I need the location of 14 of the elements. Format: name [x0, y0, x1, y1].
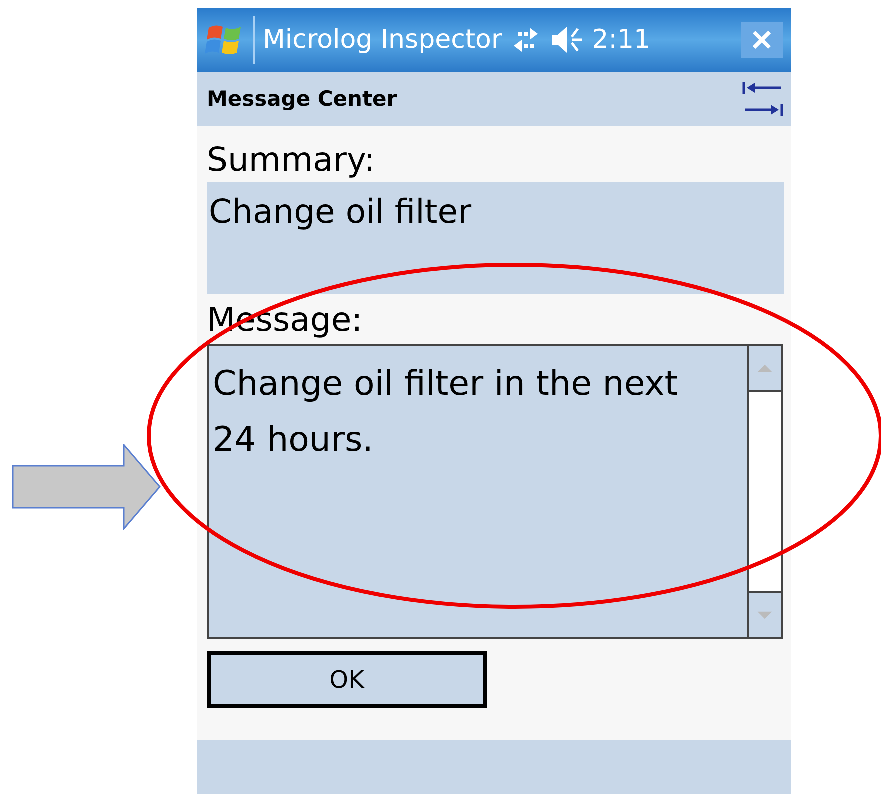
- page-title: Message Center: [207, 87, 398, 111]
- scrollbar[interactable]: [747, 346, 781, 637]
- window-title: Microlog Inspector: [263, 25, 502, 55]
- message-field[interactable]: Change oil filter in the next 24 hours.: [207, 344, 783, 639]
- ok-button[interactable]: OK: [207, 651, 487, 708]
- close-button[interactable]: [741, 22, 783, 58]
- summary-field[interactable]: Change oil filter: [207, 182, 784, 294]
- scroll-down-icon: [756, 610, 774, 620]
- tab-arrows-icon[interactable]: [741, 79, 785, 119]
- clock-time: 2:11: [592, 25, 651, 55]
- close-icon: [751, 29, 773, 51]
- scroll-up-icon: [756, 364, 774, 372]
- speaker-muted-icon[interactable]: [550, 25, 584, 55]
- summary-label: Summary:: [207, 139, 376, 181]
